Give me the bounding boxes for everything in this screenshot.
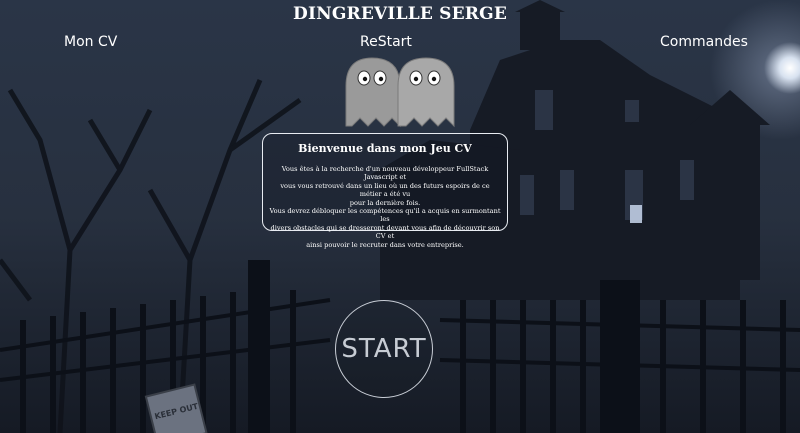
nav-commands-link[interactable]: Commandes — [660, 34, 748, 50]
ghost-right-icon — [397, 57, 455, 128]
ghosts-icon — [345, 57, 455, 128]
intro-line: vous vous retrouvé dans un lieu où un de… — [280, 181, 490, 199]
intro-title: Bienvenue dans mon Jeu CV — [298, 142, 472, 155]
intro-text: Vous êtes à la recherche d'un nouveau dé… — [269, 165, 501, 249]
nav-cv-link[interactable]: Mon CV — [64, 34, 117, 50]
intro-line: pour la dernière fois. — [349, 198, 421, 207]
intro-line: divers obstacles qui se dresseront devan… — [270, 223, 500, 241]
keep-out-sign: KEEP OUT — [154, 402, 200, 422]
nav-restart-link[interactable]: ReStart — [360, 34, 412, 50]
keep-out-text: KEEP OUT — [154, 402, 200, 422]
intro-line: Vous devrez débloquer les compétences qu… — [269, 207, 501, 224]
intro-line: ainsi pouvoir le recruter dans votre ent… — [306, 240, 464, 249]
ghost-left-icon — [345, 57, 401, 128]
intro-dialog: Bienvenue dans mon Jeu CV Vous êtes à la… — [262, 133, 508, 249]
start-label: START — [341, 334, 427, 364]
intro-line: Vous êtes à la recherche d'un nouveau dé… — [281, 165, 489, 182]
page-title: DINGREVILLE SERGE — [293, 4, 507, 24]
start-button[interactable]: START — [335, 300, 433, 398]
